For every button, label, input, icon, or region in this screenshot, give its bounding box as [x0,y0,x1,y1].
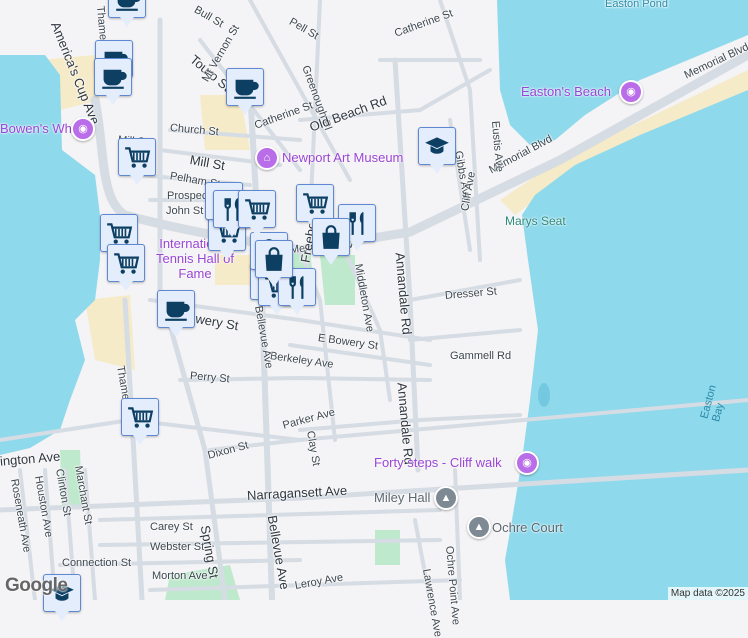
marker-cart[interactable] [121,398,159,445]
poi-forty-steps-label[interactable]: Forty steps - Cliff walk [374,455,502,470]
poi-miley-hall-label[interactable]: Miley Hall [374,490,430,505]
cart-icon [125,147,151,168]
street-label: John St [166,205,204,217]
cup-icon [102,69,127,89]
cart-icon [128,407,154,428]
street-label: Webster St [150,541,205,553]
camera-icon[interactable]: ◉ [619,80,643,104]
bag-icon [265,247,283,271]
cup-icon [116,0,141,11]
street-label: Morton Ave [152,570,208,582]
marker-cart[interactable] [238,190,276,237]
marker-bag[interactable] [312,218,350,265]
cup-icon [165,301,190,321]
marker-cart[interactable] [296,184,334,231]
map-attribution[interactable]: Map data ©2025 [667,587,748,600]
cup-icon [234,79,259,99]
bag-icon [322,225,340,249]
street-label: Connection St [62,557,132,569]
camera-icon[interactable]: ◉ [71,117,95,141]
cart-icon [107,223,133,244]
street-label: Carey St [150,521,193,533]
cart-icon [114,253,140,274]
poi-newport-art-museum-label[interactable]: Newport Art Museum [282,150,403,165]
marker-cart[interactable] [107,244,145,291]
marker-cup[interactable] [108,0,146,27]
graduation-cap-icon[interactable]: ▲ [467,515,491,539]
street-label: Gammell Rd [450,350,512,362]
poi-ochre-court-label[interactable]: Ochre Court [492,520,563,535]
poi-marys-seat-label[interactable]: Marys Seat [505,214,566,228]
graduation-cap-icon [425,137,449,154]
camera-icon[interactable]: ◉ [515,451,539,475]
marker-cup[interactable] [226,68,264,115]
museum-icon[interactable]: ⌂ [255,146,279,170]
google-logo[interactable]: Google [5,575,68,597]
cart-icon [245,199,271,220]
cart-icon [303,193,329,214]
marker-graduation-cap[interactable] [418,127,456,174]
marker-cup[interactable] [94,58,132,105]
poi-eastons-beach-label[interactable]: Easton's Beach [521,84,611,99]
marker-bag[interactable] [255,240,293,287]
marker-cart[interactable] [118,138,156,185]
easton-pond-label: Easton Pond [605,0,668,10]
marker-cup[interactable] [157,290,195,337]
graduation-cap-icon[interactable]: ▲ [434,486,458,510]
